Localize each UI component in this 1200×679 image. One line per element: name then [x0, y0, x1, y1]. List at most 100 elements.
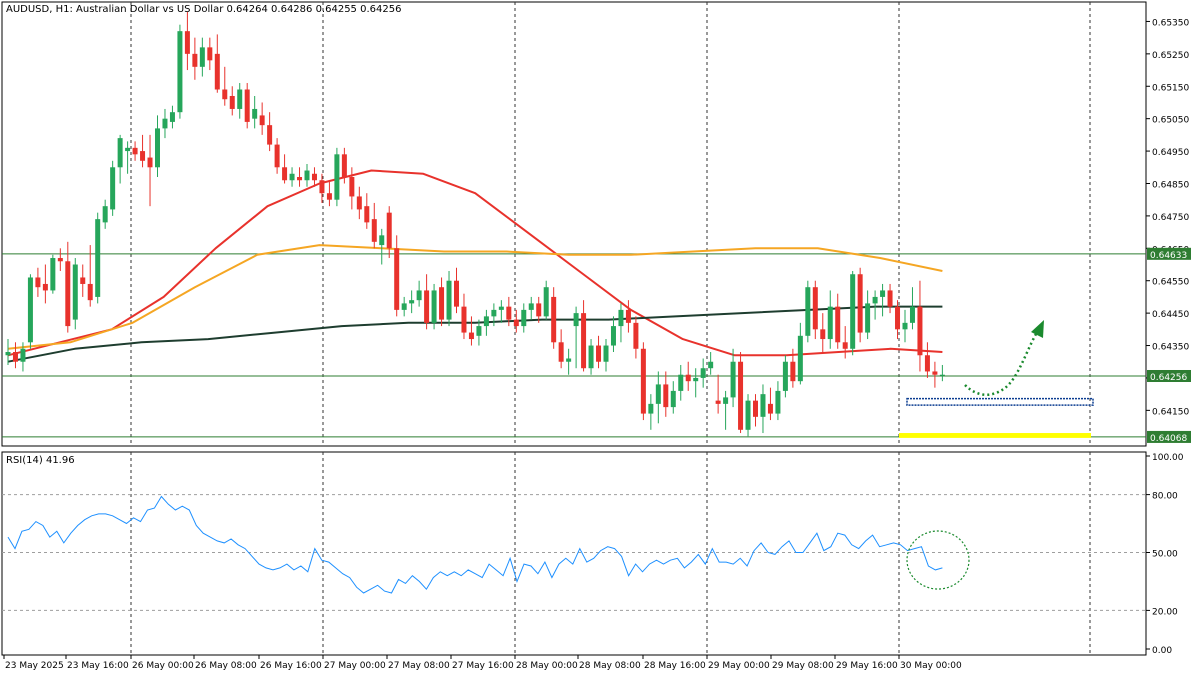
candle-body [102, 206, 108, 223]
candle-body [483, 316, 489, 327]
price-chart[interactable]: 0.65350 0.65250 0.65150 0.65050 0.64950 0.648… [0, 0, 1200, 675]
support-highlight-zone [899, 433, 1091, 438]
candle-body [27, 277, 33, 343]
candle-body [618, 309, 624, 327]
candle-body [364, 206, 370, 223]
candle-body [498, 306, 504, 310]
candle-body [596, 345, 602, 362]
candle-body [162, 118, 168, 129]
price-label-text: 0.64068 [1150, 434, 1187, 444]
time-axis-label: 28 May 00:00 [516, 661, 578, 671]
candle-body [730, 361, 736, 398]
candle-body [812, 287, 818, 330]
candle-body [924, 355, 930, 372]
candle-body [177, 31, 183, 113]
candle-body [319, 180, 325, 194]
candle-body [558, 342, 564, 362]
candle-body [513, 319, 519, 327]
candle-body [282, 167, 288, 181]
candle-body [625, 309, 631, 323]
candle-body [536, 303, 542, 317]
candle-body [663, 384, 669, 408]
rsi-axis-label: 100.00 [1152, 453, 1184, 463]
candle-body [655, 384, 661, 404]
candle-body [207, 47, 213, 61]
forecast-arrowhead [1031, 320, 1044, 338]
candle-body [446, 280, 452, 320]
candle-body [274, 144, 280, 168]
price-axis-label: 0.65250 [1152, 51, 1189, 61]
candle-body [72, 264, 78, 320]
candle-body [939, 374, 945, 376]
candle-body [895, 306, 901, 330]
candle-body [790, 361, 796, 382]
candle-body [738, 361, 744, 430]
candle-body [289, 173, 295, 181]
candle-body [775, 390, 781, 414]
price-label-text: 0.64256 [1150, 373, 1187, 383]
main-plot-frame [1, 1, 1147, 447]
rsi-plot-frame [1, 451, 1147, 656]
candle-body [379, 235, 385, 246]
candle-body [386, 212, 392, 249]
candle-body [244, 89, 250, 122]
chart-window: 0.65350 0.65250 0.65150 0.65050 0.64950 0.648… [0, 0, 1200, 675]
rsi-highlight-circle [906, 530, 970, 590]
moving-average-line [7, 169, 943, 357]
candle-body [65, 261, 71, 327]
candle-body [581, 313, 587, 369]
candle-body [573, 313, 579, 327]
candle-body [110, 167, 116, 210]
rsi-axis-label: 0.00 [1152, 646, 1172, 656]
price-axis-label: 0.64550 [1152, 278, 1189, 288]
candle-body [476, 326, 482, 336]
candle-body [857, 274, 863, 333]
candle-body [468, 332, 474, 340]
candle-body [693, 377, 699, 382]
candle-body [685, 374, 691, 382]
candle-body [827, 306, 833, 340]
candle-body [820, 329, 826, 340]
candle-body [356, 196, 362, 210]
candle-body [326, 193, 332, 200]
candle-body [551, 296, 557, 343]
candle-body [842, 342, 848, 349]
rsi-title: RSI(14) 41.96 [6, 455, 75, 466]
price-axis-label: 0.64950 [1152, 148, 1189, 158]
candle-body [610, 326, 616, 346]
time-axis-label: 29 May 16:00 [836, 661, 898, 671]
candle-body [334, 154, 340, 200]
candle-body [304, 170, 310, 181]
candle-body [155, 128, 160, 168]
candle-body [424, 290, 430, 323]
candle-body [147, 157, 153, 168]
price-axis-label: 0.64150 [1152, 407, 1189, 417]
price-axis-label: 0.65150 [1152, 83, 1189, 93]
candle-body [521, 309, 527, 327]
candle-body [782, 361, 788, 391]
candle-body [880, 290, 886, 297]
time-axis-label: 28 May 08:00 [579, 661, 641, 671]
candle-body [57, 258, 63, 262]
candle-body [5, 352, 11, 356]
candle-body [349, 177, 355, 197]
price-axis-label: 0.65350 [1152, 18, 1189, 28]
candle-body [640, 348, 646, 414]
candle-body [528, 303, 534, 310]
candle-body [648, 403, 654, 414]
candle-body [12, 352, 18, 362]
candle-body [42, 283, 48, 291]
candle-body [454, 280, 459, 307]
candle-body [237, 89, 243, 109]
price-axis-label: 0.64850 [1152, 180, 1189, 190]
candle-body [140, 151, 146, 161]
time-axis-label: 27 May 00:00 [324, 661, 386, 671]
time-axis-label: 26 May 00:00 [132, 661, 194, 671]
rsi-axis-label: 20.00 [1152, 607, 1178, 617]
candle-body [603, 345, 609, 362]
time-axis-label: 23 May 2025 [5, 661, 64, 671]
candle-body [745, 400, 751, 430]
candle-body [416, 290, 422, 301]
candle-body [214, 53, 220, 90]
candle-body [797, 335, 803, 382]
